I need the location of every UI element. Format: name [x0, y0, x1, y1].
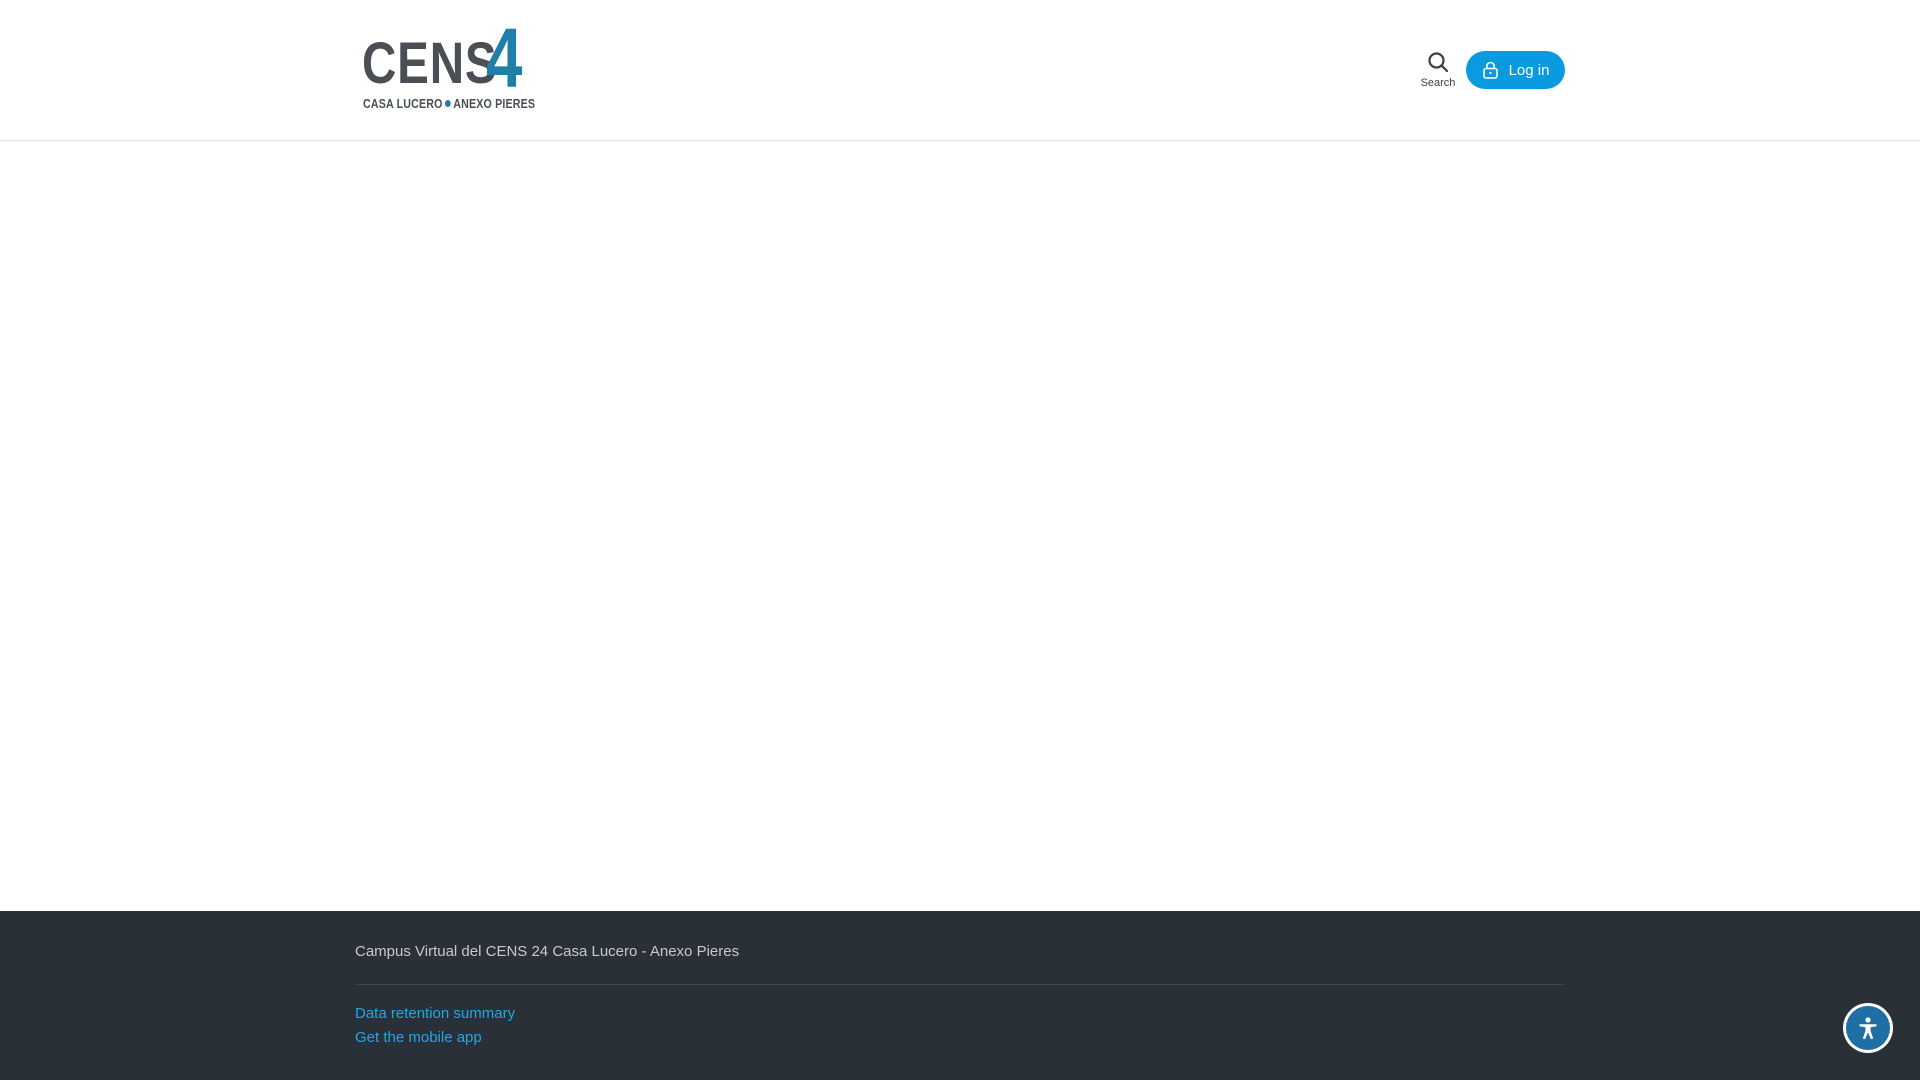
search-label: Search [1420, 77, 1456, 89]
logo-main-text: CENS [362, 31, 498, 96]
site-header: CENS 4 CASA LUCERO ANEXO PIERES Search Lo… [0, 0, 1920, 141]
search-icon [1428, 52, 1449, 73]
logo-dot-icon [445, 100, 451, 108]
accessibility-button-inner [1846, 1006, 1890, 1050]
logo-subtitle: CASA LUCERO ANEXO PIERES [363, 96, 535, 111]
login-label: Log in [1508, 61, 1550, 79]
data-retention-link[interactable]: Data retention summary [355, 1005, 515, 1022]
logo-number: 4 [486, 11, 523, 105]
main-content [0, 142, 1920, 911]
search-button[interactable]: Search [1414, 50, 1462, 92]
accessibility-icon [1859, 1017, 1877, 1040]
footer-divider [355, 984, 1565, 985]
logo-sub-left: CASA LUCERO [363, 96, 443, 111]
site-footer: Campus Virtual del CENS 24 Casa Lucero -… [0, 911, 1920, 1080]
lock-icon [1482, 61, 1498, 79]
accessibility-button[interactable] [1843, 1003, 1893, 1053]
mobile-app-link[interactable]: Get the mobile app [355, 1029, 482, 1046]
logo-sub-right: ANEXO PIERES [453, 96, 536, 111]
footer-container: Campus Virtual del CENS 24 Casa Lucero -… [355, 911, 1565, 1080]
login-button[interactable]: Log in [1466, 51, 1565, 89]
site-logo[interactable]: CENS 4 CASA LUCERO ANEXO PIERES [362, 16, 538, 112]
footer-site-name: Campus Virtual del CENS 24 Casa Lucero -… [355, 943, 740, 960]
